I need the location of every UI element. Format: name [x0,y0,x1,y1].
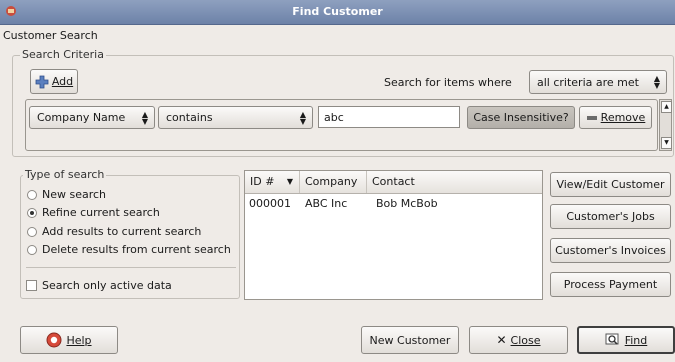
radio-label: New search [42,188,107,201]
search-type-radios: New search Refine current search Add res… [27,188,239,268]
customer-invoices-label: Customer's Invoices [555,244,666,257]
view-edit-customer-button[interactable]: View/Edit Customer [550,172,671,197]
customer-jobs-label: Customer's Jobs [566,210,655,223]
page-title: Customer Search [3,29,98,42]
radio-circle [27,226,37,237]
close-button[interactable]: ✕ Close [469,326,568,354]
radio-new-search[interactable]: New search [27,188,106,201]
divider [26,267,236,268]
cell-contact: Bob McBob [376,197,438,210]
find-button[interactable]: Find [577,326,675,354]
case-insensitive-label: Case Insensitive? [473,111,569,124]
scroll-down-icon[interactable]: ▼ [661,137,672,149]
sort-down-icon: ▼ [286,177,293,186]
updown-arrow-icon: ▲ ▼ [141,109,148,126]
radio-label: Refine current search [42,206,160,219]
process-payment-button[interactable]: Process Payment [550,272,671,297]
add-icon [35,75,49,88]
radio-label: Delete results from current search [42,243,231,256]
radio-circle [27,244,37,255]
radio-circle [27,207,37,218]
column-header-contact[interactable]: Contact [367,171,542,193]
field-select[interactable]: Company Name ▲ ▼ [29,106,155,129]
title-bar: Find Customer [0,0,675,25]
type-of-search-legend: Type of search [23,168,107,181]
search-criteria-legend: Search Criteria [20,48,106,61]
field-value: Company Name [37,111,126,124]
criteria-scrollbar[interactable]: ▲ ▼ [659,99,672,151]
remove-criterion-button[interactable]: Remove [579,106,652,129]
help-icon [46,332,62,348]
table-row[interactable]: 000001 ABC Inc Bob McBob [245,195,542,211]
new-customer-button[interactable]: New Customer [361,326,459,354]
updown-arrow-icon: ▲ ▼ [653,74,660,90]
column-header-company[interactable]: Company [300,171,367,193]
view-edit-label: View/Edit Customer [556,178,665,191]
case-insensitive-toggle[interactable]: Case Insensitive? [467,106,575,129]
close-icon: ✕ [496,333,507,347]
results-table[interactable]: ID # ▼ Company Contact 000001 ABC Inc Bo… [244,170,543,300]
radio-delete-results[interactable]: Delete results from current search [27,243,231,256]
column-label: Company [305,175,358,188]
checkbox-box [26,280,37,291]
new-customer-label: New Customer [369,333,451,347]
operator-value: contains [166,111,213,124]
criterion-value-input[interactable]: abc [318,106,460,128]
scroll-up-icon[interactable]: ▲ [661,101,672,113]
find-icon [605,333,619,345]
match-mode-select[interactable]: all criteria are met ▲ ▼ [529,70,667,94]
search-items-label: Search for items where [384,76,512,89]
column-label: Contact [372,175,415,188]
window-title: Find Customer [292,5,383,18]
help-label: Help [66,333,92,347]
radio-circle [27,189,37,200]
updown-arrow-icon: ▲ ▼ [299,109,306,126]
operator-select[interactable]: contains ▲ ▼ [158,106,313,129]
customer-jobs-button[interactable]: Customer's Jobs [550,204,671,229]
help-button[interactable]: Help [20,326,118,354]
criterion-value-text: abc [324,111,344,124]
radio-label: Add results to current search [42,225,202,238]
find-label: Find [624,333,648,347]
remove-label: Remove [600,111,646,124]
cell-company: ABC Inc [305,197,348,210]
customer-invoices-button[interactable]: Customer's Invoices [550,238,671,263]
radio-refine-search[interactable]: Refine current search [27,206,160,219]
radio-add-results[interactable]: Add results to current search [27,225,201,238]
match-mode-value: all criteria are met [537,75,639,89]
active-only-label: Search only active data [42,279,172,292]
add-label: Add [51,75,74,88]
column-header-id[interactable]: ID # ▼ [245,171,300,193]
active-only-checkbox[interactable]: Search only active data [26,279,172,292]
cell-id: 000001 [249,197,291,210]
close-label: Close [510,333,541,347]
table-header: ID # ▼ Company Contact [245,171,542,194]
remove-icon [586,115,597,120]
column-label: ID # [250,175,275,188]
process-payment-label: Process Payment [563,278,658,291]
add-criterion-button[interactable]: Add [30,69,78,94]
